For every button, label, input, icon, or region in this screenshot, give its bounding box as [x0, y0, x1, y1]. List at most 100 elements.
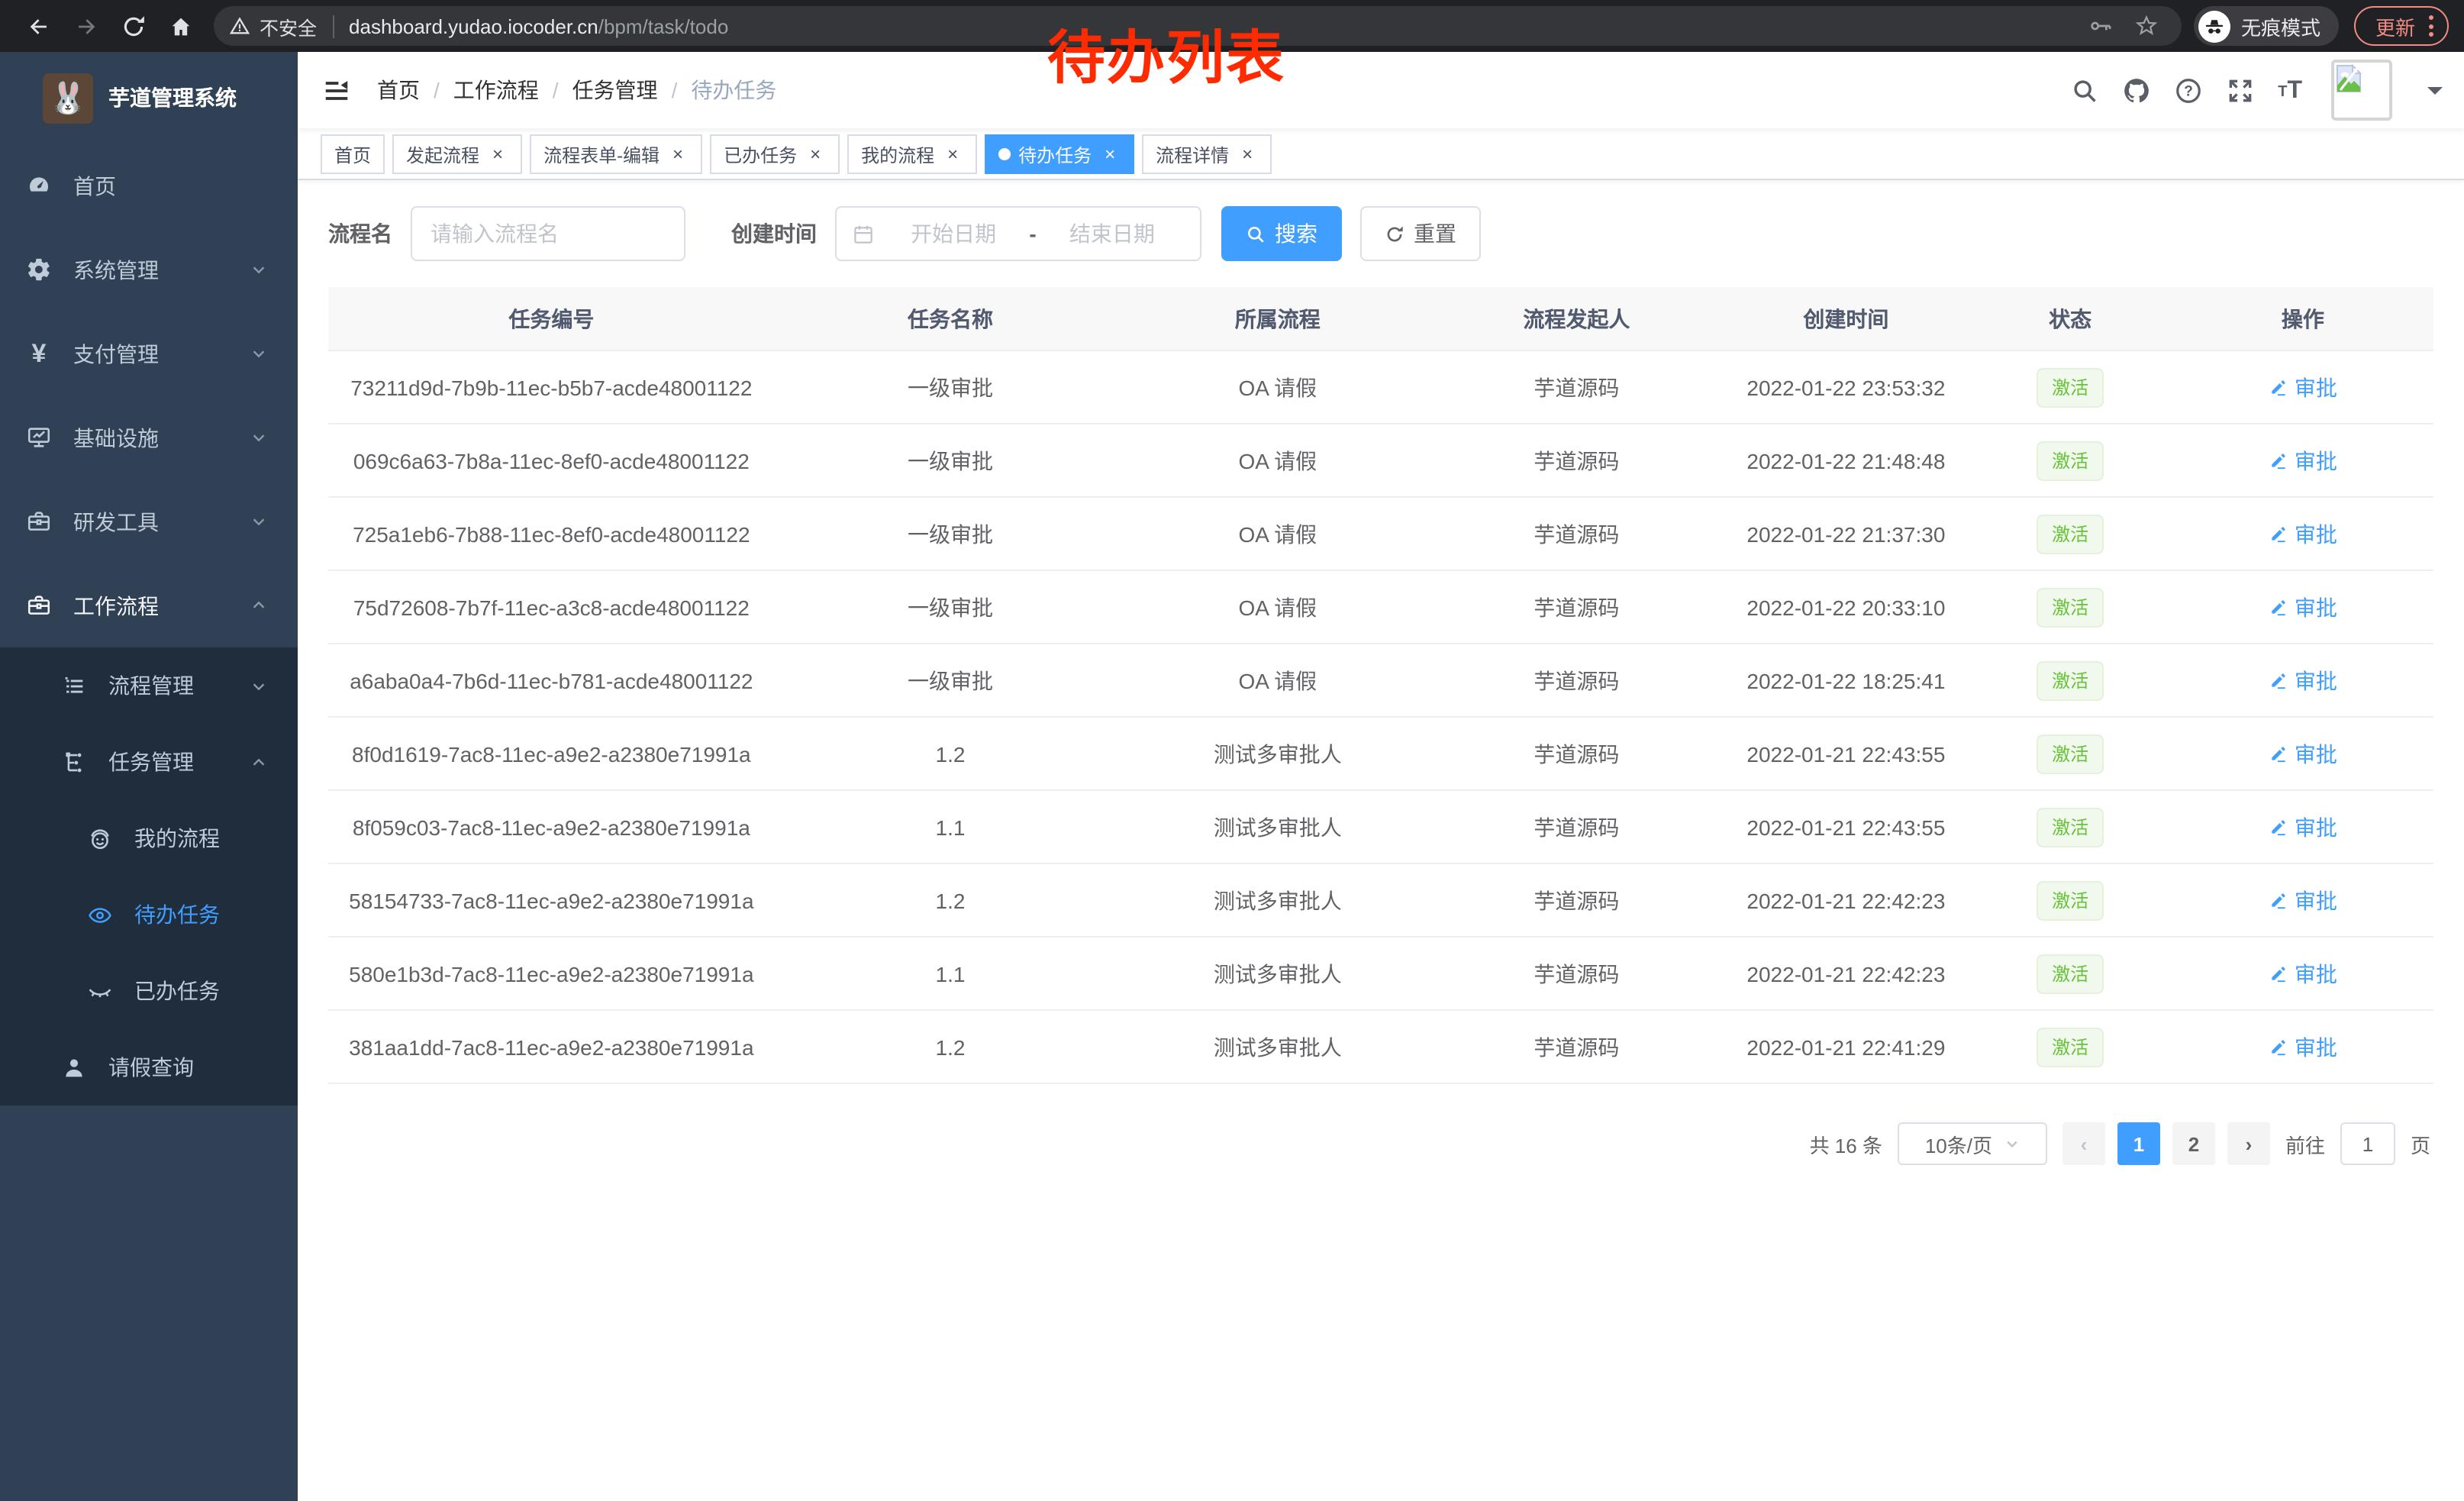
total-count: 共 16 条 — [1810, 1129, 1882, 1158]
breadcrumb-home[interactable]: 首页 — [377, 75, 420, 105]
status-badge: 激活 — [2037, 1027, 2104, 1067]
sidebar-item-home[interactable]: 首页 — [0, 144, 298, 228]
gear-icon — [26, 257, 52, 282]
close-icon[interactable]: × — [667, 144, 689, 165]
close-icon[interactable]: × — [487, 144, 508, 165]
sidebar-fold-icon[interactable] — [322, 76, 351, 105]
approve-link[interactable]: 审批 — [2269, 518, 2337, 549]
approve-link[interactable]: 审批 — [2269, 1031, 2337, 1062]
tab-home[interactable]: 首页 — [321, 134, 385, 174]
sidebar-item-system[interactable]: 系统管理 — [0, 228, 298, 311]
tab-start-process[interactable]: 发起流程× — [392, 134, 522, 174]
avatar[interactable] — [2331, 60, 2392, 121]
eye-closed-icon — [87, 978, 113, 1004]
approve-link[interactable]: 审批 — [2269, 592, 2337, 622]
close-icon[interactable]: × — [942, 144, 963, 165]
page-size-select[interactable]: 10条/页 — [1898, 1122, 2047, 1165]
page-button-2[interactable]: 2 — [2172, 1122, 2215, 1165]
sidebar-item-leave-query[interactable]: 请假查询 — [0, 1029, 298, 1106]
chevron-down-icon — [250, 677, 267, 694]
font-size-icon[interactable]: TT — [2278, 79, 2302, 102]
prev-page-button[interactable]: ‹ — [2062, 1122, 2105, 1165]
approve-link[interactable]: 审批 — [2269, 738, 2337, 769]
home-icon[interactable] — [168, 13, 194, 39]
edit-icon — [2269, 524, 2288, 544]
tab-process-detail[interactable]: 流程详情× — [1142, 134, 1272, 174]
goto-page-input[interactable] — [2340, 1122, 2395, 1165]
chevron-down-icon — [250, 345, 267, 362]
annotation-todo-list: 待办列表 — [1047, 11, 1285, 95]
page-button-1[interactable]: 1 — [2117, 1122, 2160, 1165]
sidebar-item-label: 待办任务 — [134, 899, 220, 930]
chevron-up-icon — [250, 754, 267, 770]
fullscreen-icon[interactable] — [2226, 76, 2255, 105]
close-icon[interactable]: × — [1099, 144, 1121, 165]
process-name-input[interactable] — [411, 206, 685, 261]
avatar-caret-icon[interactable] — [2427, 87, 2443, 102]
edit-icon — [2269, 1037, 2288, 1057]
incognito-label: 无痕模式 — [2241, 11, 2320, 40]
reload-icon[interactable] — [121, 13, 147, 39]
approve-link[interactable]: 审批 — [2269, 885, 2337, 915]
sidebar-item-todo-tasks[interactable]: 待办任务 — [0, 876, 298, 953]
security-chip[interactable]: 不安全 — [229, 11, 317, 40]
approve-link[interactable]: 审批 — [2269, 958, 2337, 989]
task-id: 381aa1dd-7ac8-11ec-a9e2-a2380e71991a — [328, 1035, 775, 1059]
sidebar-item-infra[interactable]: 基础设施 — [0, 395, 298, 479]
table-row: 069c6a63-7b8a-11ec-8ef0-acde48001122一级审批… — [328, 424, 2433, 498]
breadcrumb-task-mgmt[interactable]: 任务管理 — [572, 75, 658, 105]
table-row: a6aba0a4-7b6d-11ec-b781-acde48001122一级审批… — [328, 644, 2433, 718]
goto-label: 前往 — [2285, 1129, 2325, 1158]
start-date-placeholder: 开始日期 — [881, 218, 1026, 249]
sidebar-item-process-mgmt[interactable]: 流程管理 — [0, 647, 298, 724]
sidebar-item-payment[interactable]: ¥ 支付管理 — [0, 311, 298, 395]
filter-form: 流程名 创建时间 开始日期 - 结束日期 搜索 — [328, 206, 2433, 261]
back-icon[interactable] — [26, 13, 52, 39]
tab-todo-tasks[interactable]: 待办任务× — [985, 134, 1134, 174]
range-separator: - — [1026, 221, 1039, 246]
edit-icon — [2269, 597, 2288, 617]
date-range-picker[interactable]: 开始日期 - 结束日期 — [835, 206, 1201, 261]
approve-link[interactable]: 审批 — [2269, 372, 2337, 402]
navbar: 首页 / 工作流程 / 任务管理 / 待办任务 ? TT — [298, 52, 2464, 128]
close-icon[interactable]: × — [805, 144, 826, 165]
chevron-up-icon — [250, 597, 267, 614]
bookmark-star-icon[interactable] — [2134, 14, 2159, 38]
close-icon[interactable]: × — [1237, 144, 1258, 165]
sidebar-item-label: 工作流程 — [73, 590, 159, 621]
status-badge: 激活 — [2037, 954, 2104, 993]
task-tree-icon — [61, 749, 87, 775]
tab-my-process[interactable]: 我的流程× — [847, 134, 977, 174]
app-logo[interactable]: 🐰 芋道管理系统 — [0, 52, 298, 144]
search-icon[interactable] — [2070, 76, 2099, 105]
breadcrumb-workflow[interactable]: 工作流程 — [453, 75, 539, 105]
help-icon[interactable]: ? — [2174, 76, 2203, 105]
sidebar-item-devtools[interactable]: 研发工具 — [0, 479, 298, 563]
github-icon[interactable] — [2122, 76, 2151, 105]
forward-icon[interactable] — [73, 13, 99, 39]
reset-button[interactable]: 重置 — [1360, 206, 1481, 261]
search-icon — [1246, 224, 1266, 244]
status-badge: 激活 — [2037, 807, 2104, 847]
tab-done-tasks[interactable]: 已办任务× — [710, 134, 840, 174]
update-label: 更新 — [2375, 11, 2415, 40]
url-path: /bpm/task/todo — [598, 15, 729, 37]
sidebar-item-workflow[interactable]: 工作流程 — [0, 563, 298, 647]
sidebar-item-task-mgmt[interactable]: 任务管理 — [0, 724, 298, 800]
password-key-icon[interactable] — [2088, 14, 2113, 38]
table-row: 725a1eb6-7b88-11ec-8ef0-acde48001122一级审批… — [328, 498, 2433, 571]
col-actions: 操作 — [2172, 303, 2433, 334]
search-button[interactable]: 搜索 — [1221, 206, 1342, 261]
warning-icon — [229, 15, 250, 37]
sidebar-item-done-tasks[interactable]: 已办任务 — [0, 953, 298, 1029]
sidebar-item-my-process[interactable]: 我的流程 — [0, 800, 298, 876]
screen: 不安全 dashboard.yudao.iocoder.cn/bpm/task/… — [0, 0, 2464, 1501]
next-page-button[interactable]: › — [2227, 1122, 2270, 1165]
update-chip[interactable]: 更新 — [2354, 6, 2449, 46]
tab-form-edit[interactable]: 流程表单-编辑× — [530, 134, 702, 174]
browser-menu-icon[interactable] — [2429, 15, 2433, 37]
approve-link[interactable]: 审批 — [2269, 665, 2337, 696]
approve-link[interactable]: 审批 — [2269, 445, 2337, 476]
sidebar-item-label: 系统管理 — [73, 254, 159, 285]
approve-link[interactable]: 审批 — [2269, 812, 2337, 842]
